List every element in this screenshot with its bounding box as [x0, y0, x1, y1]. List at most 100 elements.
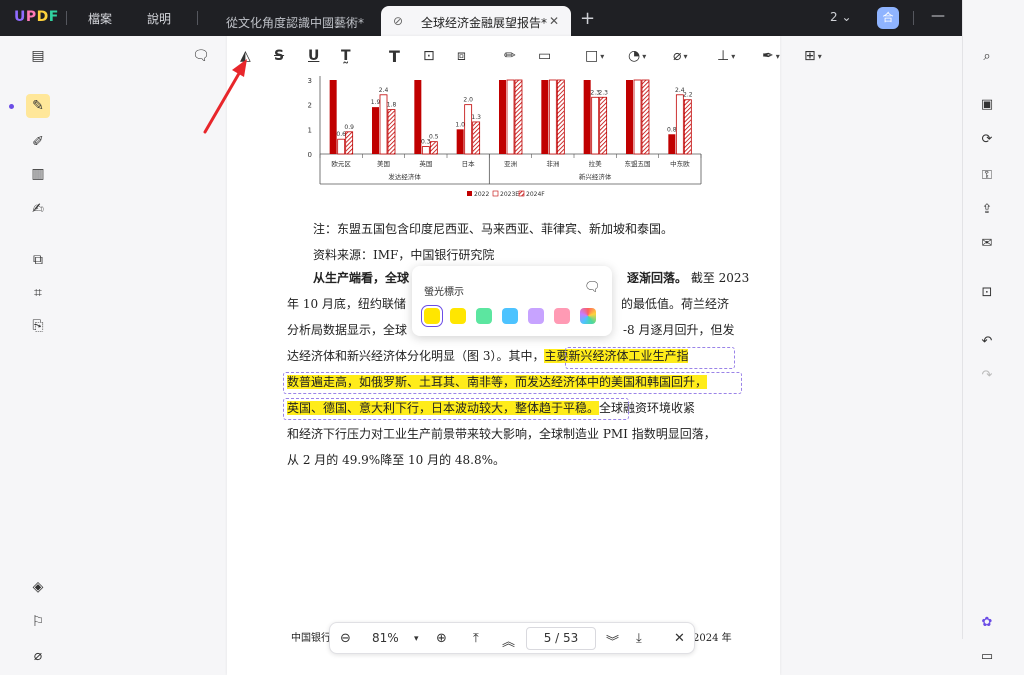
- share-icon[interactable]: ⇪: [977, 199, 997, 219]
- zoom-level[interactable]: 81%: [372, 631, 399, 645]
- attachment-icon[interactable]: ⌀: [673, 46, 687, 66]
- shape-icon[interactable]: □: [585, 46, 604, 66]
- comment-icon[interactable]: 🗨: [192, 46, 210, 66]
- divider: [197, 11, 198, 25]
- search-icon[interactable]: ⌕: [977, 46, 997, 66]
- page-navigation-bar: ⊖ 81% ▾ ⊕ ⤒ ︽ 5 / 53 ︾ ⤓ ✕: [329, 622, 695, 654]
- undo-icon[interactable]: ↶: [977, 331, 997, 351]
- bar-2023E: [464, 104, 473, 155]
- ocr-icon[interactable]: ▣: [977, 94, 997, 114]
- first-page-icon[interactable]: ⤒: [473, 631, 479, 646]
- last-page-icon[interactable]: ⤓: [636, 631, 642, 646]
- x-tick-label: 欧元区: [331, 159, 351, 168]
- bar-2024F: [683, 99, 692, 155]
- textbox-icon[interactable]: ⊡: [423, 46, 435, 66]
- text-line-1: 从生产端看，全球: [313, 265, 409, 291]
- x-tick-label: 非洲: [546, 159, 559, 168]
- bar-2022: [372, 107, 379, 154]
- pencil-icon[interactable]: ✏: [504, 46, 516, 66]
- data-label: 2.2: [683, 92, 693, 99]
- underline-icon[interactable]: U: [308, 46, 319, 66]
- legend-swatch: [518, 190, 525, 197]
- bookmark-icon[interactable]: ⚐: [28, 612, 48, 632]
- minimize-icon[interactable]: —: [931, 8, 945, 24]
- ai-assistant-icon[interactable]: ✿: [977, 612, 997, 632]
- email-icon[interactable]: ✉: [977, 233, 997, 253]
- close-tab-icon[interactable]: ✕: [549, 14, 559, 28]
- stamp-icon[interactable]: ⊥: [717, 46, 735, 66]
- measure-icon[interactable]: ⊞: [804, 46, 822, 66]
- text-line-2-right: 的最低值。荷兰经济: [621, 297, 730, 311]
- close-navbar-icon[interactable]: ✕: [674, 631, 685, 646]
- highlight-color-swatch[interactable]: [476, 308, 492, 324]
- bar-2022: [668, 134, 676, 154]
- bar-2024F: [556, 79, 565, 155]
- add-tab-icon[interactable]: +: [580, 8, 595, 29]
- text-line-3-right: -8 月逐月回升，但发: [623, 323, 735, 337]
- highlight-color-swatch[interactable]: [450, 308, 466, 324]
- highlight-selection-box: [283, 398, 629, 420]
- menu-help[interactable]: 說明: [147, 10, 171, 27]
- bar-2022: [499, 80, 506, 154]
- comments-panel-icon[interactable]: ▭: [977, 646, 997, 666]
- avatar[interactable]: 合: [877, 7, 899, 29]
- text-icon[interactable]: T: [389, 46, 400, 66]
- edit-pdf-icon[interactable]: ✐: [28, 132, 48, 152]
- legend-label: 2023E: [500, 191, 519, 198]
- highlight-color-swatch[interactable]: [502, 308, 518, 324]
- bar-2024F: [472, 121, 481, 155]
- highlight-icon[interactable]: ◭: [240, 46, 251, 66]
- page-number-input[interactable]: 5 / 53: [526, 627, 596, 650]
- eraser-icon[interactable]: ▭: [538, 46, 551, 66]
- tab-document-2[interactable]: ⊘ 全球经济金融展望报告* ✕: [381, 6, 571, 36]
- menu-file[interactable]: 檔案: [88, 10, 112, 27]
- zoom-out-icon[interactable]: ⊖: [340, 631, 351, 646]
- signature-icon[interactable]: ✒: [762, 46, 780, 66]
- organize-pages-icon[interactable]: ⧉: [28, 250, 48, 270]
- layers-icon[interactable]: ◈: [28, 577, 48, 597]
- highlight-color-swatch[interactable]: [580, 308, 596, 324]
- bold-lead: 从生产端看，全球: [313, 271, 410, 285]
- pdf-page[interactable]: 3 2 1 0 0.6 0.9 欧元区 1.9 2.4 1.8 美国 0.3 0.5 英国 1.0 2.0 1.…: [227, 36, 780, 675]
- pen-shape-icon[interactable]: ◔: [628, 46, 646, 66]
- title-bar: UPDF 檔案 說明 從文化角度認識中國藝術* ⊘ 全球经济金融展望报告* ✕ …: [0, 0, 1024, 36]
- y-tick-label: 1: [308, 126, 312, 134]
- reader-icon[interactable]: ▤: [28, 46, 48, 66]
- data-label: 1.9: [371, 99, 381, 106]
- tab-title: 全球经济金融展望报告*: [421, 16, 548, 30]
- y-tick-label: 2: [308, 102, 312, 110]
- fill-sign-icon[interactable]: ✍: [28, 199, 48, 219]
- convert-file-icon[interactable]: ⟳: [977, 129, 997, 149]
- comment-mode-icon[interactable]: ✎: [26, 94, 50, 118]
- highlight-color-swatch[interactable]: [528, 308, 544, 324]
- zoom-dropdown-icon[interactable]: ▾: [414, 634, 419, 644]
- text-callout-icon[interactable]: ⧈: [457, 46, 466, 66]
- attachment-icon[interactable]: ⌀: [28, 646, 48, 666]
- strikethrough-icon[interactable]: S: [274, 46, 284, 66]
- prepare-form-icon[interactable]: ▥: [28, 164, 48, 184]
- divider: [913, 11, 914, 25]
- x-tick-label: 东盟五国: [625, 159, 651, 168]
- bar-2024F: [429, 141, 438, 155]
- protect-icon[interactable]: ⚿: [977, 165, 997, 185]
- save-icon[interactable]: ⊡: [977, 282, 997, 302]
- bar-2024F: [514, 79, 523, 155]
- add-comment-icon[interactable]: 🗨: [584, 280, 601, 295]
- highlight-color-swatch[interactable]: [421, 305, 443, 327]
- convert-icon[interactable]: ⎘: [28, 316, 48, 336]
- bar-2024F: [599, 96, 608, 155]
- bar-2022: [456, 129, 464, 154]
- redo-icon[interactable]: ↷: [977, 365, 997, 385]
- highlight-selection-box: [565, 347, 735, 369]
- crop-icon[interactable]: ⌗: [28, 283, 48, 303]
- highlight-color-swatch[interactable]: [554, 308, 570, 324]
- tab-document-1[interactable]: 從文化角度認識中國藝術*: [214, 6, 379, 36]
- zoom-in-icon[interactable]: ⊕: [436, 631, 447, 646]
- text-tail: 截至 2023: [690, 271, 750, 285]
- open-count[interactable]: 2 ⌄: [830, 10, 852, 24]
- previous-page-icon[interactable]: ︽: [502, 631, 515, 650]
- next-page-icon[interactable]: ︾: [606, 631, 619, 650]
- squiggly-icon[interactable]: T̰: [341, 46, 351, 66]
- data-label: 1.0: [455, 121, 465, 128]
- plain-text: 达经济体和新兴经济体分化明显（图 3）。其中，: [287, 349, 545, 363]
